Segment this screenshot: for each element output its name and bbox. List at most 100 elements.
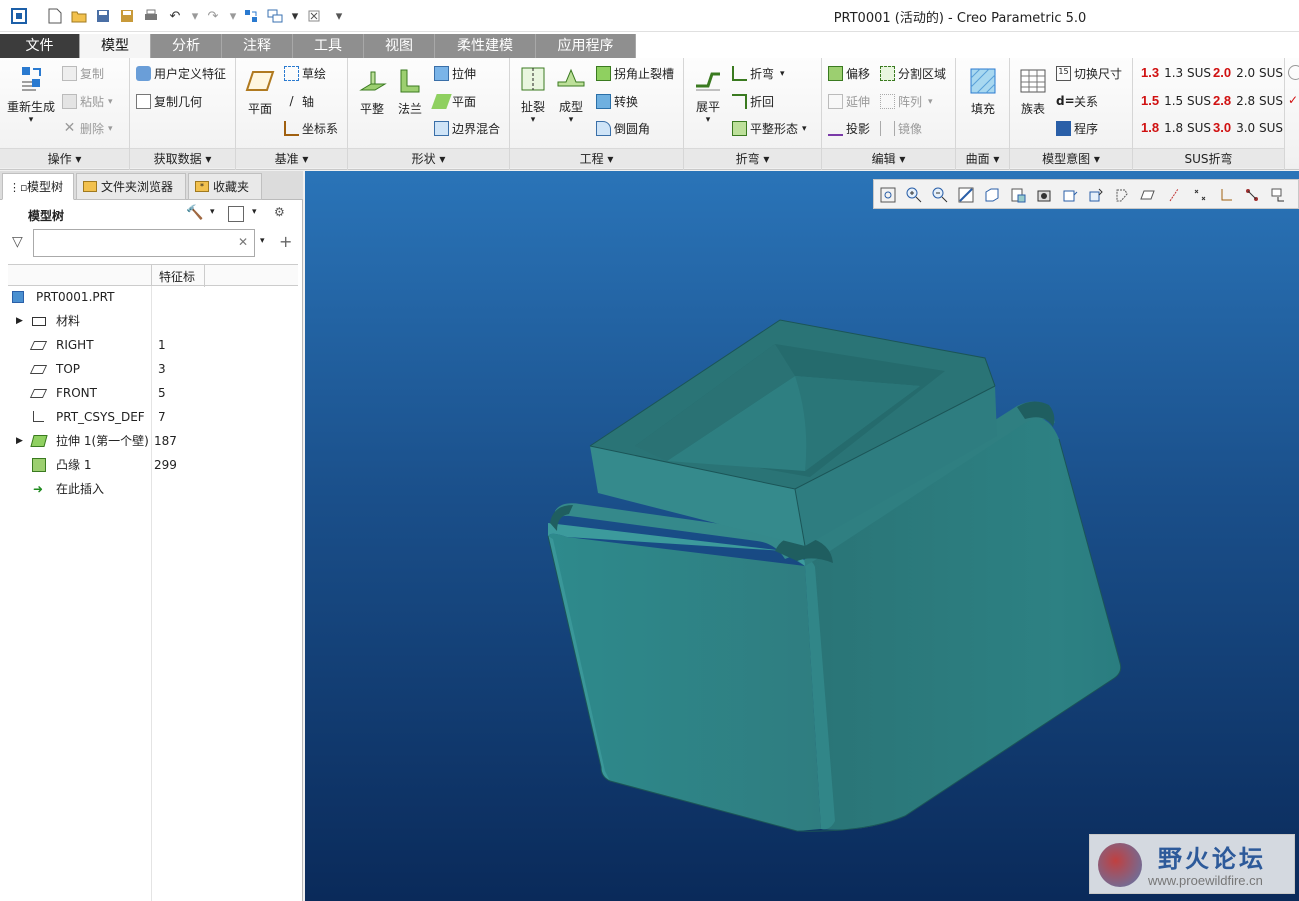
open-folder-icon[interactable] — [70, 7, 88, 25]
rip-button[interactable]: 扯裂 ▾ — [516, 64, 550, 125]
redo-dropdown-icon[interactable]: ▾ — [224, 7, 242, 25]
close-window-icon[interactable] — [305, 7, 323, 25]
tree-row-csys[interactable]: PRT_CSYS_DEF 7 — [0, 405, 300, 429]
flatten-wall-button[interactable]: 平整 — [352, 66, 392, 117]
bend-button[interactable]: 折弯 ▾ — [732, 65, 785, 82]
pattern-button[interactable]: 阵列 ▾ — [880, 93, 933, 110]
project-button[interactable]: 投影 — [828, 120, 870, 137]
flange-button[interactable]: 法兰 — [390, 66, 430, 117]
sus-2-0-button[interactable]: 2.0 2.0 SUS — [1213, 65, 1283, 80]
tree-columns-icon[interactable]: ⚙ — [274, 205, 285, 219]
switch-dimensions-button[interactable]: 15 切换尺寸 — [1056, 65, 1122, 82]
tree-row-top[interactable]: TOP 3 — [0, 357, 300, 381]
paste-button[interactable]: 粘贴 ▾ — [62, 93, 113, 110]
add-filter-icon[interactable]: + — [279, 232, 292, 251]
boundary-blend-button[interactable]: 边界混合 — [434, 120, 500, 137]
tab-model[interactable]: 模型 — [80, 34, 151, 58]
copy-geometry-button[interactable]: 复制几何 — [136, 93, 202, 110]
expand-arrow-icon[interactable]: ▶ — [16, 429, 23, 453]
tab-model-tree[interactable]: ⋮▫ 模型树 — [2, 173, 74, 200]
filter-icon[interactable]: ▽ — [12, 234, 23, 250]
tree-row-right[interactable]: RIGHT 1 — [0, 333, 300, 357]
tree-row-flange[interactable]: 凸缘 1 299 — [0, 453, 300, 477]
clear-filter-icon[interactable]: ✕ — [238, 235, 248, 249]
group-model-intent-label[interactable]: 模型意图 ▾ — [1010, 148, 1132, 168]
group-engineering-label[interactable]: 工程 ▾ — [510, 148, 683, 168]
tab-applications[interactable]: 应用程序 — [536, 34, 636, 58]
tree-row-front[interactable]: FRONT 5 — [0, 381, 300, 405]
new-file-icon[interactable] — [46, 7, 64, 25]
sus-2-8-button[interactable]: 2.8 2.8 SUS — [1213, 93, 1283, 108]
group-editing-label[interactable]: 编辑 ▾ — [822, 148, 955, 168]
plane-button[interactable]: 平面 — [242, 66, 278, 117]
mirror-button[interactable]: 镜像 — [880, 120, 922, 137]
flat-pattern-button[interactable]: 平整形态 ▾ — [732, 120, 807, 137]
settings-dropdown-icon[interactable]: ▾ — [210, 207, 215, 217]
tab-folder-browser[interactable]: 文件夹浏览器 — [76, 173, 186, 200]
graphics-window[interactable]: 野火论坛 www.proewildfire.cn — [305, 171, 1299, 901]
tree-row-insert-here[interactable]: ➜ 在此插入 — [0, 477, 300, 501]
group-bends-label[interactable]: 折弯 ▾ — [684, 148, 821, 168]
tree-row-extrude[interactable]: ▶ 拉伸 1(第一个壁) 187 — [0, 429, 300, 453]
group-get-data-label[interactable]: 获取数据 ▾ — [130, 148, 235, 168]
regenerate-icon[interactable] — [242, 7, 260, 25]
save-copy-icon[interactable] — [118, 7, 136, 25]
sketch-button[interactable]: 草绘 — [284, 65, 326, 82]
customize-toolbar-icon[interactable]: ▾ — [330, 7, 348, 25]
tab-flexible-modeling[interactable]: 柔性建模 — [435, 34, 536, 58]
round-button[interactable]: 倒圆角 — [596, 120, 650, 137]
csys-button[interactable]: 坐标系 — [284, 120, 338, 137]
settings-hammer-icon[interactable]: 🔨 — [186, 205, 203, 221]
copy-button[interactable]: 复制 — [62, 65, 104, 82]
tab-analysis[interactable]: 分析 — [151, 34, 222, 58]
filter-input[interactable] — [33, 229, 255, 257]
group-shapes-label[interactable]: 形状 ▾ — [348, 148, 509, 168]
family-table-button[interactable]: 族表 — [1016, 66, 1050, 117]
app-menu-icon[interactable] — [10, 7, 28, 25]
offset-button[interactable]: 偏移 — [828, 65, 870, 82]
sheetmetal-box-model[interactable] — [305, 171, 1299, 901]
feature-id-column-header[interactable]: 特征标 — [159, 268, 203, 285]
regenerate-button[interactable]: 重新生成 ▾ — [6, 64, 56, 125]
tree-row-part[interactable]: PRT0001.PRT — [0, 285, 300, 309]
undo-icon[interactable]: ↶ — [166, 7, 184, 25]
overflow-check-icon[interactable]: ✓ — [1288, 93, 1298, 107]
sus-1-3-button[interactable]: 1.3 1.3 SUS — [1141, 65, 1211, 80]
sus-3-0-button[interactable]: 3.0 3.0 SUS — [1213, 120, 1283, 135]
tab-favorites[interactable]: * 收藏夹 — [188, 173, 262, 200]
bend-back-button[interactable]: 折回 — [732, 93, 774, 110]
tab-tools[interactable]: 工具 — [293, 34, 364, 58]
show-dropdown-icon[interactable]: ▾ — [252, 207, 257, 217]
expand-arrow-icon[interactable]: ▶ — [16, 309, 23, 333]
program-button[interactable]: 程序 — [1056, 120, 1098, 137]
split-area-button[interactable]: 分割区域 — [880, 65, 946, 82]
sus-1-8-button[interactable]: 1.8 1.8 SUS — [1141, 120, 1211, 135]
tab-annotate[interactable]: 注释 — [222, 34, 293, 58]
unbend-button[interactable]: 展平 ▾ — [688, 64, 728, 125]
tree-row-material[interactable]: ▶ 材料 — [0, 309, 300, 333]
show-list-icon[interactable] — [228, 206, 244, 222]
corner-relief-button[interactable]: 拐角止裂槽 — [596, 65, 674, 82]
print-icon[interactable] — [142, 7, 160, 25]
undo-dropdown-icon[interactable]: ▾ — [186, 7, 204, 25]
tab-view[interactable]: 视图 — [364, 34, 435, 58]
redo-icon[interactable]: ↷ — [204, 7, 222, 25]
windows-dropdown-icon[interactable]: ▾ — [286, 7, 304, 25]
windows-icon[interactable] — [266, 7, 284, 25]
axis-button[interactable]: / 轴 — [284, 93, 314, 110]
sus-1-5-button[interactable]: 1.5 1.5 SUS — [1141, 93, 1211, 108]
convert-button[interactable]: 转换 — [596, 93, 638, 110]
overflow-settings-icon[interactable] — [1288, 65, 1299, 80]
fill-button[interactable]: 填充 — [966, 66, 1000, 117]
delete-button[interactable]: ✕ 删除 ▾ — [62, 120, 113, 137]
udf-button[interactable]: 用户定义特征 — [136, 65, 226, 82]
group-surfaces-label[interactable]: 曲面 ▾ — [956, 148, 1009, 168]
tab-file[interactable]: 文件 — [0, 34, 80, 58]
group-datum-label[interactable]: 基准 ▾ — [236, 148, 347, 168]
save-icon[interactable] — [94, 7, 112, 25]
filter-dropdown-icon[interactable]: ▾ — [260, 236, 265, 246]
extend-button[interactable]: 延伸 — [828, 93, 870, 110]
extrude-button[interactable]: 拉伸 — [434, 65, 476, 82]
group-operations-label[interactable]: 操作 ▾ — [0, 148, 129, 168]
form-button[interactable]: 成型 ▾ — [554, 64, 588, 125]
